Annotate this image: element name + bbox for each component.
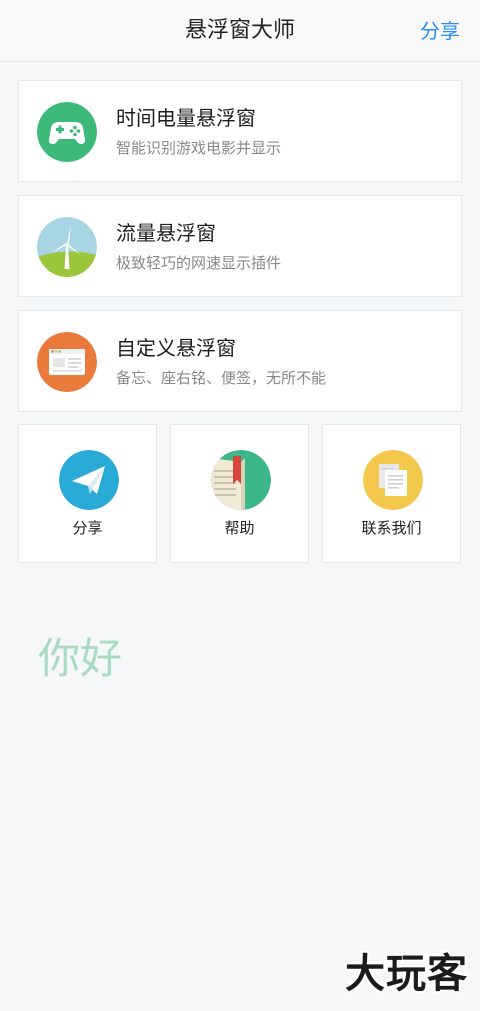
tile-contact-us[interactable]: 联系我们 <box>322 424 461 563</box>
tile-share[interactable]: 分享 <box>18 424 157 563</box>
watermark-logo: 大玩客 <box>345 951 468 997</box>
feature-card-traffic[interactable]: 流量悬浮窗 极致轻巧的网速显示插件 <box>18 195 462 297</box>
feature-card-custom[interactable]: 自定义悬浮窗 备忘、座右铭、便签，无所不能 <box>18 310 462 412</box>
tile-label: 分享 <box>72 519 103 537</box>
feature-title: 流量悬浮窗 <box>116 221 216 245</box>
app-screen: 悬浮窗大师 分享 时间电量悬浮窗 智能识别游戏电影并显示 流量悬浮窗 极致轻巧的… <box>0 0 480 1011</box>
feature-title: 时间电量悬浮窗 <box>116 106 256 130</box>
browser-window-icon <box>37 332 97 392</box>
feature-title: 自定义悬浮窗 <box>116 336 236 360</box>
tile-label: 联系我们 <box>361 519 422 537</box>
paper-plane-icon <box>59 450 119 510</box>
tile-label: 帮助 <box>224 519 255 537</box>
page-title: 悬浮窗大师 <box>184 18 295 43</box>
feature-subtitle: 智能识别游戏电影并显示 <box>116 139 282 157</box>
documents-icon <box>363 450 423 510</box>
book-icon <box>211 450 271 510</box>
feature-card-time-battery[interactable]: 时间电量悬浮窗 智能识别游戏电影并显示 <box>18 80 462 182</box>
app-header: 悬浮窗大师 分享 <box>0 0 480 62</box>
tile-help[interactable]: 帮助 <box>170 424 309 563</box>
hello-text: 你好 <box>38 634 123 683</box>
gamepad-icon <box>37 102 97 162</box>
windmill-icon <box>37 217 97 277</box>
share-button[interactable]: 分享 <box>420 18 460 44</box>
feature-subtitle: 极致轻巧的网速显示插件 <box>116 254 282 272</box>
feature-subtitle: 备忘、座右铭、便签，无所不能 <box>116 369 327 387</box>
